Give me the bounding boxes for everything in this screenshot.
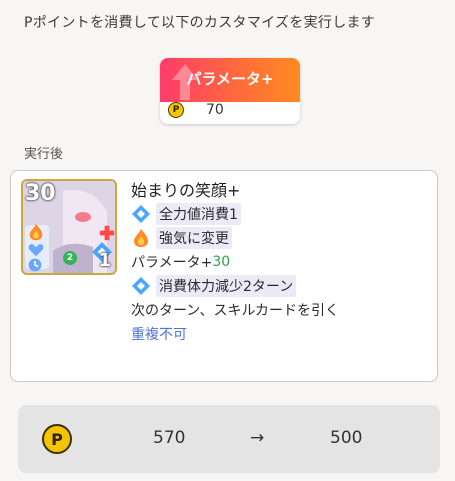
result-card-panel: 30 2 1 始まりの笑顔+ 全力値消費1 強気に変更 パラメータ+ 30 消費… <box>10 170 438 382</box>
effect-line-4: 消費体力減少2ターン <box>131 275 297 297</box>
points-after: 500 <box>330 428 363 448</box>
arrow-icon: → <box>250 428 265 448</box>
clock-icon <box>28 258 42 272</box>
points-summary-bar: P 570 → 500 <box>18 405 440 473</box>
parameter-value: 30 <box>212 254 231 270</box>
plus-icon <box>99 225 115 241</box>
card-cost: 30 <box>25 181 56 206</box>
flame-icon <box>29 223 43 241</box>
option-label: パラメータ+ <box>186 70 274 88</box>
blue-diamond-icon <box>132 205 150 223</box>
option-cost: 70 <box>206 102 224 118</box>
effect-line-2: 強気に変更 <box>131 227 232 249</box>
card-title: 始まりの笑顔+ <box>131 181 241 200</box>
customize-option-parameter-plus[interactable]: パラメータ+ P 70 <box>160 58 300 124</box>
effect-line-6: 重複不可 <box>131 327 187 343</box>
flame-icon <box>134 229 148 247</box>
effect-line-5: 次のターン、スキルカードを引く <box>131 303 340 319</box>
effect-line-3: パラメータ+ 30 <box>131 254 231 271</box>
card-bottom-number: 1 <box>98 250 111 271</box>
option-cost-row: P 70 <box>168 100 292 120</box>
after-execution-label: 実行後 <box>24 147 64 162</box>
p-coin-icon: P <box>42 424 72 454</box>
p-coin-icon: P <box>168 102 184 118</box>
effect-line-1: 全力値消費1 <box>131 203 241 225</box>
green-badge: 2 <box>63 251 77 265</box>
blue-diamond-icon <box>132 277 150 295</box>
skill-card-image: 30 2 1 <box>21 179 117 275</box>
points-before: 570 <box>153 428 186 448</box>
header-text: Pポイントを消費して以下のカスタマイズを実行します <box>24 15 376 31</box>
